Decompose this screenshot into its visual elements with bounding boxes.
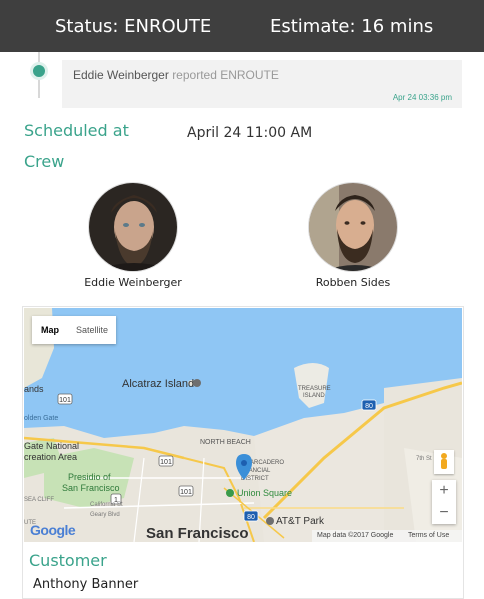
zoom-in-button[interactable]: + [432, 480, 456, 502]
estimate-text: Estimate: 16 mins [270, 16, 434, 37]
map-type-toggle: Map Satellite [32, 316, 116, 344]
timeline-dot [30, 62, 48, 80]
map-label: Union Square [237, 488, 292, 498]
map-label: SEA CLIFF [24, 497, 54, 503]
activity-message: Eddie Weinberger reported ENROUTE [73, 68, 279, 82]
map-label: NORTH BEACH [200, 439, 251, 446]
highway-shield: 101 [158, 455, 174, 467]
map-label: 80 [247, 514, 255, 521]
map-label: San Francisco [146, 525, 249, 542]
map-label: Gate National [24, 441, 79, 451]
map-attribution: Map data ©2017 Google Terms of Use [312, 530, 462, 542]
highway-shield: 80 [243, 510, 259, 522]
street-view-pegman-icon[interactable] [434, 450, 454, 474]
crew-member[interactable]: Eddie Weinberger [63, 182, 203, 289]
map-label: 101 [180, 489, 192, 496]
map-label: Geary Blvd [90, 512, 120, 518]
activity-action: reported ENROUTE [172, 68, 279, 82]
customer-name: Anthony Banner [33, 577, 139, 592]
highway-shield: 101 [57, 393, 73, 405]
map-label: creation Area [24, 452, 77, 462]
map-label: 101 [59, 397, 71, 404]
job-card: 101 101 101 80 80 1 Alcatraz Island TREA… [22, 306, 464, 599]
activity-user: Eddie Weinberger [73, 68, 169, 82]
map-label: ISLAND [303, 393, 325, 399]
status-bar: Status: ENROUTE Estimate: 16 mins [0, 0, 484, 52]
map-label: San Francisco [62, 483, 120, 493]
map-label: TREASURE [298, 386, 331, 392]
scheduled-label: Scheduled at [24, 121, 129, 140]
customer-label: Customer [29, 551, 107, 570]
scheduled-value: April 24 11:00 AM [187, 125, 313, 141]
zoom-out-button[interactable]: − [432, 502, 456, 524]
map-type-map-button[interactable]: Map [41, 325, 59, 335]
crew-member-name: Eddie Weinberger [84, 276, 182, 289]
map-label: ands [24, 384, 44, 394]
crew-label: Crew [24, 152, 65, 171]
activity-entry: Eddie Weinberger reported ENROUTE Apr 24… [62, 60, 462, 108]
map-label: AT&T Park [276, 516, 325, 527]
crew-member[interactable]: Robben Sides [283, 182, 423, 289]
highway-shield: 80 [361, 399, 377, 411]
map-label: 80 [365, 403, 373, 410]
map-type-satellite-button[interactable]: Satellite [76, 325, 108, 335]
avatar [88, 182, 178, 272]
activity-timestamp: Apr 24 03:36 pm [392, 93, 452, 102]
map-label: Presidio of [68, 472, 111, 482]
map-label: California St [90, 502, 123, 508]
terms-link[interactable]: Terms of Use [408, 532, 449, 539]
crew-member-name: Robben Sides [315, 276, 391, 289]
map-label: olden Gate [24, 415, 58, 422]
highway-shield: 101 [178, 485, 194, 497]
status-text: Status: ENROUTE [55, 16, 212, 37]
map[interactable]: 101 101 101 80 80 1 Alcatraz Island TREA… [24, 308, 462, 542]
google-logo: Google [30, 522, 76, 538]
map-data-text: Map data ©2017 Google [317, 532, 394, 539]
map-label: Alcatraz Island [122, 378, 194, 390]
map-label: 7th St [416, 456, 432, 462]
zoom-control: + − [432, 480, 456, 524]
map-label: 101 [160, 459, 172, 466]
avatar [308, 182, 398, 272]
